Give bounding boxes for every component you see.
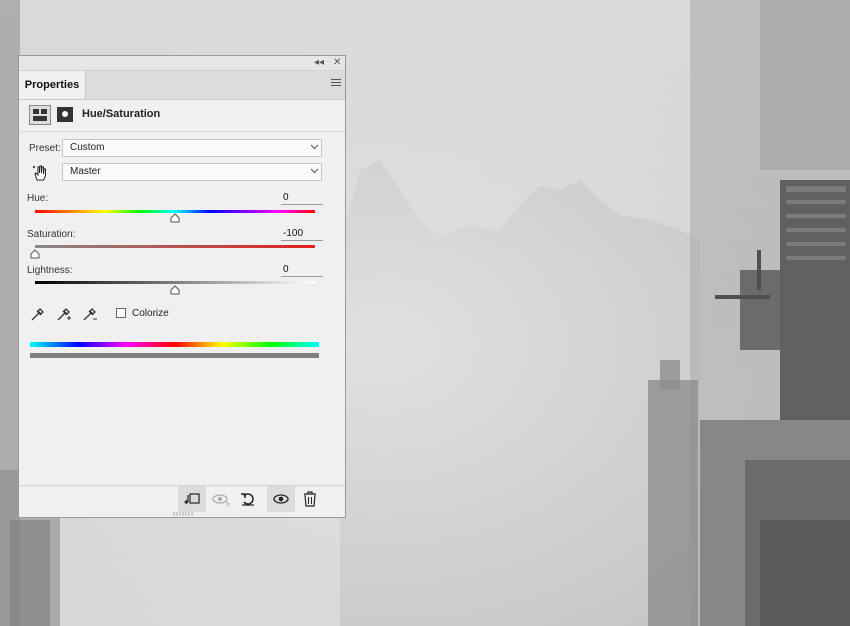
- clip-to-layer-icon: [184, 493, 200, 505]
- lightness-value-field[interactable]: 0: [281, 264, 323, 277]
- lightness-slider-thumb[interactable]: [170, 285, 180, 295]
- panel-bottom-toolbar: [19, 485, 345, 512]
- eyedropper-minus-icon[interactable]: [81, 305, 99, 323]
- hue-value-field[interactable]: 0: [281, 192, 323, 205]
- visibility-icon: [273, 494, 289, 504]
- adjustment-title: Hue/Saturation: [82, 108, 161, 120]
- eyedropper-plus-icon[interactable]: [55, 305, 73, 323]
- adjustment-icon[interactable]: [29, 105, 51, 125]
- channel-value: Master: [70, 166, 101, 177]
- panel-menu-icon[interactable]: [331, 79, 341, 89]
- hue-slider-thumb[interactable]: [170, 213, 180, 223]
- resize-grip-icon[interactable]: [173, 512, 193, 516]
- lightness-slider-track[interactable]: [35, 281, 315, 284]
- preset-select[interactable]: Custom: [62, 139, 322, 157]
- saturation-label: Saturation:: [27, 229, 76, 240]
- reset-icon: [241, 493, 254, 506]
- reset-button[interactable]: [234, 486, 262, 512]
- close-icon[interactable]: ✕: [333, 56, 341, 70]
- chevron-down-icon: [311, 144, 318, 150]
- trash-icon: [304, 491, 316, 507]
- tab-properties[interactable]: Properties: [19, 71, 86, 99]
- preset-label: Preset:: [29, 143, 61, 154]
- preset-value: Custom: [70, 142, 105, 153]
- saturation-value-field[interactable]: -100: [281, 228, 323, 241]
- input-spectrum-bar: [30, 342, 319, 347]
- targeted-adjustment-hand-icon[interactable]: [31, 164, 49, 182]
- delete-button[interactable]: [296, 486, 324, 512]
- colorize-checkbox[interactable]: [116, 308, 126, 318]
- chevron-down-icon: [311, 168, 318, 174]
- hue-label: Hue:: [27, 193, 49, 204]
- layer-mask-icon[interactable]: [57, 107, 73, 122]
- view-previous-icon: [212, 494, 230, 507]
- colorize-label: Colorize: [132, 308, 169, 319]
- collapse-icon[interactable]: ◂◂: [314, 56, 324, 70]
- saturation-slider-track[interactable]: [35, 245, 315, 248]
- view-previous-button[interactable]: [206, 486, 234, 512]
- clip-to-layer-button[interactable]: [178, 486, 206, 512]
- panel-titlebar: ◂◂ ✕: [19, 56, 345, 71]
- adjustment-header: Hue/Saturation: [19, 99, 345, 132]
- eyedropper-icon[interactable]: [29, 305, 47, 323]
- panel-tabbar: Properties: [19, 71, 345, 100]
- properties-panel: ◂◂ ✕ Properties Hue/Saturation Preset: C…: [18, 55, 346, 518]
- visibility-button[interactable]: [267, 486, 295, 512]
- lightness-label: Lightness:: [27, 265, 73, 276]
- output-spectrum-bar: [30, 353, 319, 358]
- channel-select[interactable]: Master: [62, 163, 322, 181]
- saturation-slider-thumb[interactable]: [30, 249, 40, 259]
